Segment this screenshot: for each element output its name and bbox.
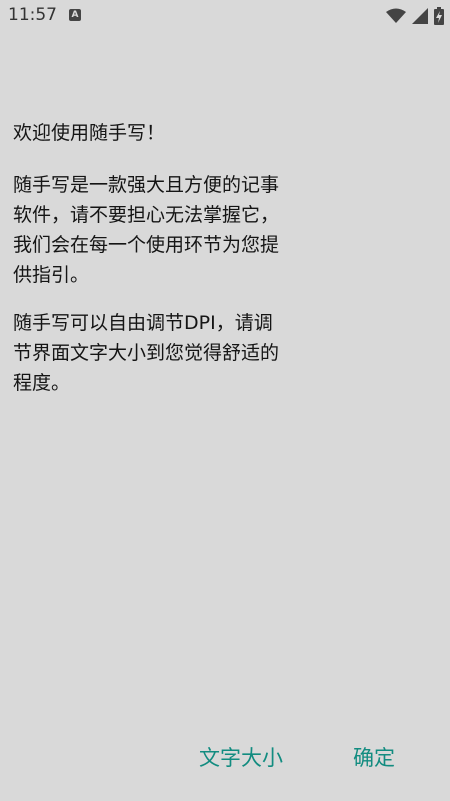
signal-icon [412, 8, 428, 24]
welcome-greeting: 欢迎使用随手写！ [13, 122, 166, 144]
confirm-button[interactable]: 确定 [353, 738, 395, 778]
font-size-button[interactable]: 文字大小 [199, 738, 283, 778]
status-icons [386, 6, 444, 26]
battery-charging-icon [434, 7, 444, 25]
welcome-paragraph-2: 随手写可以自由调节DPI，请调节界面文字大小到您觉得舒适的程度。 [13, 312, 280, 394]
status-time: 11:57 [8, 5, 57, 25]
screen: 11:57 A 欢迎使用随手写！ 随手写是一款强大且方便的记事软件，请不要担心无… [0, 0, 450, 801]
status-bar: 11:57 A [0, 0, 450, 32]
notification-app-icon: A [69, 9, 81, 21]
dialog-actions: 文字大小 确定 [0, 738, 450, 778]
welcome-content: 欢迎使用随手写！ 随手写是一款强大且方便的记事软件，请不要担心无法掌握它，我们会… [13, 118, 283, 416]
welcome-paragraph-1: 随手写是一款强大且方便的记事软件，请不要担心无法掌握它，我们会在每一个使用环节为… [13, 174, 280, 286]
wifi-icon [386, 8, 406, 23]
